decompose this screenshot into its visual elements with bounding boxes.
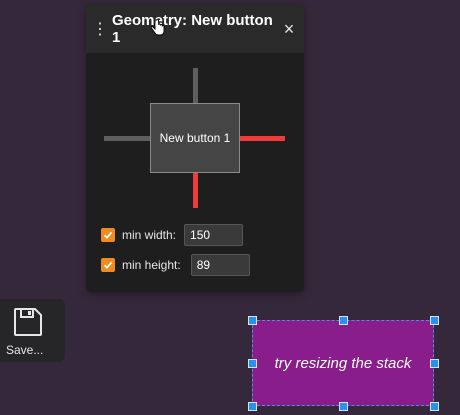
resize-handle-top[interactable]	[339, 316, 348, 325]
save-button[interactable]: Save...	[0, 299, 65, 362]
anchor-left[interactable]	[104, 136, 150, 141]
check-icon	[103, 231, 113, 239]
hand-cursor-icon	[150, 18, 165, 36]
element-preview-label: New button 1	[159, 131, 231, 145]
resize-handle-top-right[interactable]	[430, 316, 439, 325]
check-icon	[103, 261, 113, 269]
anchor-right[interactable]	[239, 136, 285, 141]
element-preview: New button 1	[150, 103, 240, 173]
min-width-label: min width:	[122, 228, 177, 242]
min-height-input[interactable]: 89	[190, 254, 250, 276]
resize-handle-bottom-left[interactable]	[248, 402, 257, 411]
resize-handle-bottom-right[interactable]	[430, 402, 439, 411]
anchor-top[interactable]	[193, 68, 198, 104]
save-label: Save...	[6, 343, 44, 357]
min-height-checkbox[interactable]	[101, 258, 115, 272]
resize-handle-left[interactable]	[248, 359, 257, 368]
resize-handle-right[interactable]	[430, 359, 439, 368]
resize-handle-top-left[interactable]	[248, 316, 257, 325]
panel-title: Geometry: New button 1	[112, 12, 273, 46]
stack-element[interactable]: try resizing the stack	[252, 320, 434, 406]
stack-label: try resizing the stack	[274, 354, 412, 372]
min-height-row: min height: 89	[101, 253, 250, 277]
min-width-input[interactable]: 150	[184, 224, 244, 246]
anchor-diagram: New button 1	[104, 68, 286, 210]
panel-header[interactable]: ⋮ Geometry: New button 1 ×	[86, 4, 304, 53]
min-width-row: min width: 150	[101, 223, 244, 247]
close-icon[interactable]: ×	[280, 19, 298, 39]
resize-handle-bottom[interactable]	[339, 402, 348, 411]
vertical-dots-icon[interactable]: ⋮	[92, 20, 108, 40]
min-width-checkbox[interactable]	[101, 228, 115, 242]
min-height-label: min height:	[122, 258, 181, 272]
geometry-panel: ⋮ Geometry: New button 1 × New button 1 …	[86, 4, 304, 292]
floppy-disk-icon	[14, 308, 42, 336]
anchor-bottom[interactable]	[193, 172, 198, 208]
